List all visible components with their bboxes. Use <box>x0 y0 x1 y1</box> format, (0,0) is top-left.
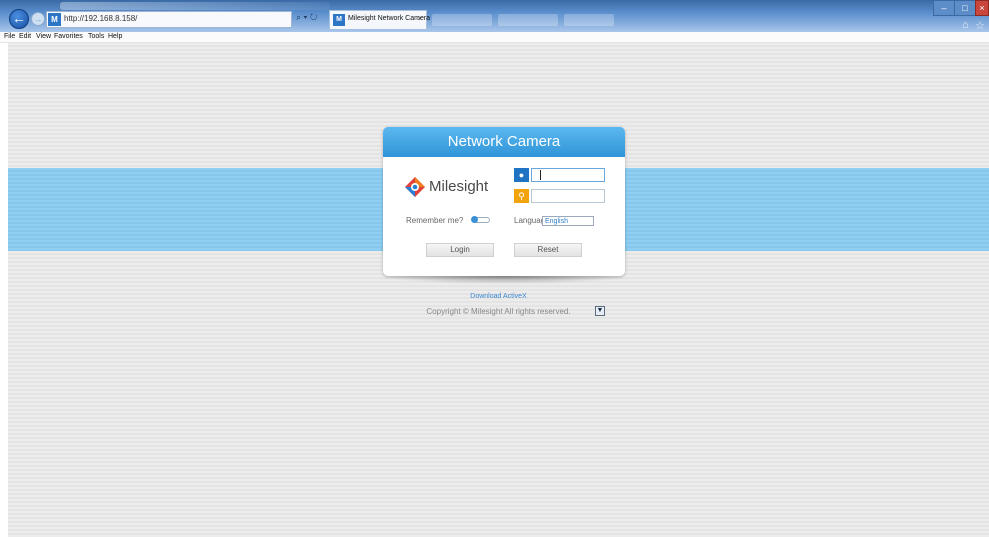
milesight-logo: Milesight <box>404 176 494 198</box>
site-favicon-icon: M <box>48 13 61 26</box>
url-text[interactable]: http://192.168.8.158/ <box>64 14 137 23</box>
address-bar-buttons[interactable]: ⌕ ▾ ↻ <box>296 12 317 23</box>
user-icon: ● <box>514 168 529 182</box>
reset-button[interactable]: Reset <box>514 243 582 257</box>
menu-file[interactable]: File <box>4 33 15 41</box>
toggle-knob <box>471 216 478 223</box>
copyright-text: Copyright © Milesight All rights reserve… <box>426 307 571 316</box>
titlebar-blur <box>60 2 330 10</box>
menu-favorites[interactable]: Favorites <box>54 33 83 41</box>
menu-view[interactable]: View <box>36 33 51 41</box>
login-button[interactable]: Login <box>426 243 494 257</box>
remember-me-label: Remember me? <box>406 216 464 225</box>
language-select[interactable]: English ▼ <box>542 216 605 316</box>
milesight-logo-icon <box>405 177 425 197</box>
page-content: Network Camera Milesight ● ⚲ Remember me… <box>8 43 989 537</box>
text-caret <box>540 170 541 180</box>
forward-arrow-icon[interactable]: → <box>31 12 45 26</box>
browser-titlebar: ← → M http://192.168.8.158/ ⌕ ▾ ↻ M Mile… <box>0 0 989 32</box>
address-bar[interactable]: M http://192.168.8.158/ <box>46 11 292 28</box>
username-input[interactable] <box>531 168 605 182</box>
browser-tab[interactable]: M Milesight Network Camera × <box>329 10 430 29</box>
download-activex-link[interactable]: Download ActiveX <box>8 293 989 300</box>
login-card: Network Camera Milesight ● ⚲ Remember me… <box>383 127 625 316</box>
login-title: Network Camera <box>383 127 625 157</box>
menu-tools[interactable]: Tools <box>88 33 104 41</box>
background-tab[interactable] <box>498 14 558 26</box>
background-tab[interactable] <box>432 14 492 26</box>
background-tab[interactable] <box>564 14 614 26</box>
maximize-icon[interactable]: □ <box>954 0 976 16</box>
language-value: English <box>545 218 568 225</box>
star-icon[interactable]: ☆ <box>975 19 985 32</box>
password-input[interactable] <box>531 189 605 203</box>
close-icon[interactable]: × <box>975 0 989 16</box>
key-icon: ⚲ <box>514 189 529 203</box>
menu-edit[interactable]: Edit <box>19 33 31 41</box>
tab-close-icon[interactable]: × <box>417 14 422 23</box>
brand-name: Milesight <box>429 178 489 195</box>
card-shadow <box>381 276 627 284</box>
back-arrow-icon[interactable]: ← <box>9 9 29 29</box>
tab-favicon-icon: M <box>333 14 345 26</box>
menu-bar: File Edit View Favorites Tools Help <box>0 32 989 43</box>
menu-help[interactable]: Help <box>108 33 122 41</box>
remember-me-toggle[interactable] <box>471 216 490 223</box>
minimize-icon[interactable]: – <box>933 0 955 16</box>
home-icon[interactable]: ⌂ <box>962 19 969 31</box>
